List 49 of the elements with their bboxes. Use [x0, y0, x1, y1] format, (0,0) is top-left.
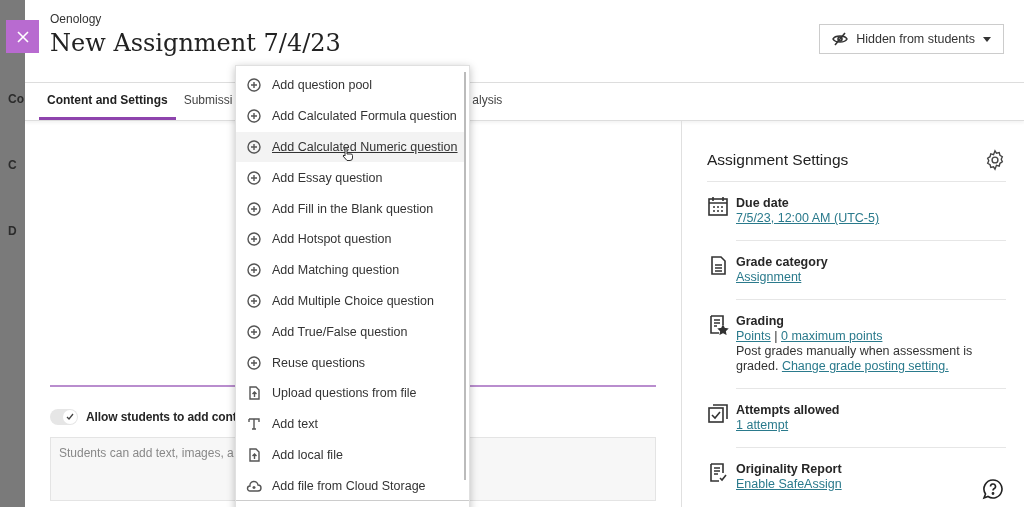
add-circle-icon — [246, 169, 262, 186]
setting-label: Attempts allowed — [736, 402, 841, 418]
add-circle-icon — [246, 323, 262, 340]
page-title: New Assignment 7/4/23 — [50, 29, 341, 57]
setting-label: Due date — [736, 195, 790, 211]
tab[interactable]: alysis — [464, 83, 511, 120]
setting-link[interactable]: Enable SafeAssign — [736, 477, 842, 491]
caret-icon — [983, 36, 991, 42]
help-icon[interactable] — [982, 478, 1004, 500]
setting-link[interactable]: Assignment — [736, 270, 802, 284]
add-circle-icon — [246, 139, 262, 155]
setting-text: Post grades manually when assessment is graded. Change grade posting setting. — [736, 344, 974, 374]
close-icon — [16, 30, 29, 43]
document-star-icon — [707, 313, 729, 335]
calendar-icon — [707, 195, 729, 217]
add-circle-icon — [246, 77, 262, 94]
settings-title: Assignment Settings — [707, 151, 849, 169]
document-check-icon — [707, 461, 729, 483]
course-name: Oenology — [50, 12, 103, 26]
setting-link[interactable]: 1 attempt — [736, 418, 789, 432]
add-circle-icon — [246, 200, 262, 217]
background-text: Co — [7, 92, 24, 106]
setting-link[interactable]: Change grade posting setting. — [781, 359, 949, 373]
toggle-switch[interactable] — [50, 409, 78, 425]
toggle-label: Allow students to add cont — [86, 410, 237, 424]
setting-label: Grade category — [736, 254, 829, 270]
settings-icon[interactable] — [984, 149, 1006, 171]
eye-off-icon — [832, 32, 849, 46]
file-upload-icon — [246, 385, 262, 402]
file-upload-icon — [246, 446, 262, 463]
setting-link[interactable]: 0 maximum points — [780, 329, 883, 343]
add-circle-icon — [246, 231, 262, 248]
check-icon — [66, 413, 74, 421]
checkbox-stack-icon — [707, 402, 729, 424]
setting-link[interactable]: Points — [736, 329, 771, 343]
add-circle-icon — [246, 354, 262, 371]
setting-label: Grading — [736, 313, 785, 329]
tab[interactable]: Content and Settings — [39, 83, 176, 120]
add-circle-icon — [246, 108, 262, 125]
background-text: D — [7, 224, 17, 238]
add-circle-icon — [246, 262, 262, 279]
visibility-dropdown[interactable]: Hidden from students — [819, 24, 1004, 54]
setting-link[interactable]: 7/5/23, 12:00 AM (UTC-5) — [736, 211, 880, 225]
setting-text: Points | 0 maximum points — [736, 329, 884, 344]
menu-item[interactable]: Add Calculated Numeric question — [236, 131, 464, 163]
add-circle-icon — [246, 292, 262, 309]
text-icon — [246, 416, 262, 433]
background-text: C — [7, 158, 17, 172]
setting-label: Originality Report — [736, 461, 843, 477]
